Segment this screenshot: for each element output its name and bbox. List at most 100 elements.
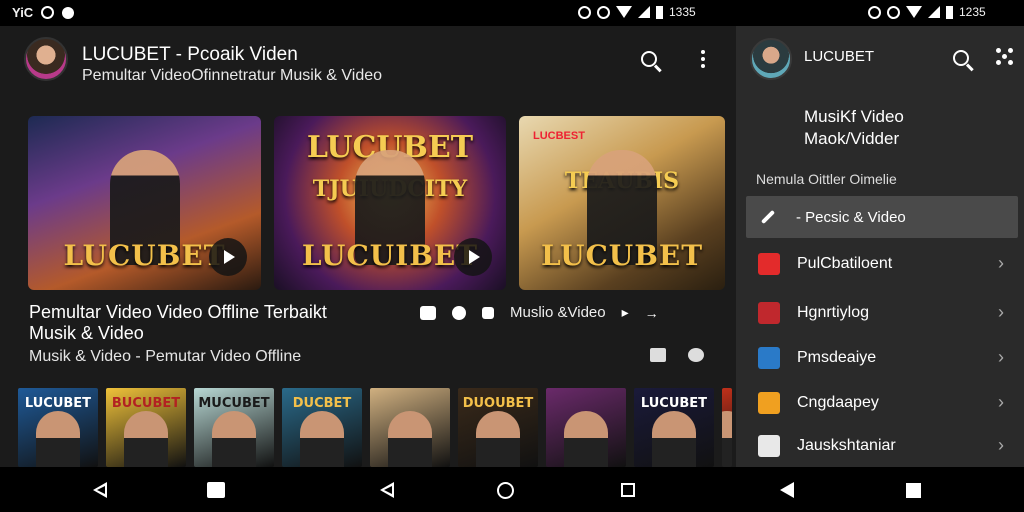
status-time: 1335 bbox=[669, 5, 696, 19]
menu-app-icon bbox=[758, 347, 780, 369]
menu-app-icon bbox=[758, 302, 780, 324]
app-subtitle: Pemultar VideoOfinnetratur Musik & Video bbox=[82, 67, 383, 84]
home-icon bbox=[496, 481, 514, 499]
battery-icon bbox=[656, 5, 663, 19]
wrench-icon bbox=[758, 207, 778, 227]
video-actions: Muslio &Video ▸ → bbox=[420, 304, 659, 321]
side-item-active-label: - Pecsic & Video bbox=[796, 209, 906, 226]
video-thumbnail[interactable]: LUCUBET bbox=[634, 388, 714, 467]
thumbnail-label: LUCUBET bbox=[640, 396, 708, 411]
app-title: LUCUBET - Pcoaik Viden bbox=[82, 44, 298, 65]
heart-icon[interactable] bbox=[452, 305, 466, 320]
playlist-icon[interactable] bbox=[650, 348, 666, 362]
back-button[interactable] bbox=[776, 479, 798, 501]
artist-image bbox=[652, 411, 696, 467]
notification-icon bbox=[41, 6, 55, 19]
home-button[interactable] bbox=[494, 479, 516, 501]
side-menu-label: Hgnrtiylog bbox=[797, 304, 870, 321]
alarm-icon bbox=[578, 5, 591, 19]
side-menu-item[interactable]: Cngdaapey › bbox=[746, 384, 1018, 424]
more-options-button[interactable] bbox=[688, 44, 718, 74]
shuffle-icon[interactable] bbox=[482, 306, 494, 319]
video-title[interactable]: Pemultar Video Video Offline Terbaikt Mu… bbox=[29, 302, 369, 344]
wifi-icon bbox=[616, 6, 632, 18]
video-thumbnail[interactable]: MUCUBET bbox=[194, 388, 274, 467]
card-tag: LUCBEST bbox=[533, 130, 585, 142]
video-thumbnail[interactable]: BUCUBET bbox=[106, 388, 186, 467]
side-menu-label: Cngdaapey bbox=[797, 394, 879, 411]
thumbnail-strip: LUCUBET BUCUBET MUCUBET DUCBET DUOUBET LUCUBE… bbox=[18, 388, 732, 467]
featured-carousel: LUCUBET LUCUBET TJUIUDCITY LUCUIBET LUCB… bbox=[28, 116, 725, 290]
video-thumbnail[interactable]: DUOUBET bbox=[458, 388, 538, 467]
sync-icon bbox=[887, 5, 900, 19]
video-thumbnail[interactable] bbox=[370, 388, 450, 467]
thumbnail-label: BUCUBET bbox=[111, 396, 181, 411]
chevron-right-icon: › bbox=[998, 302, 1004, 322]
chevron-right-icon: › bbox=[998, 435, 1004, 455]
app-shortcut-button[interactable] bbox=[205, 479, 227, 501]
side-menu-item[interactable]: Jauskshtaniar › bbox=[746, 427, 1018, 467]
side-menu-label: Jauskshtaniar bbox=[797, 437, 896, 454]
chevron-right-icon: › bbox=[998, 253, 1004, 273]
channel-avatar[interactable] bbox=[24, 37, 68, 81]
back-button[interactable] bbox=[89, 479, 111, 501]
apps-icon[interactable] bbox=[994, 46, 1018, 66]
side-heading-line1: MusiKf Video bbox=[804, 107, 904, 126]
play-button[interactable] bbox=[209, 238, 247, 276]
side-menu-label: PulCbatiloent bbox=[797, 255, 893, 272]
recents-button[interactable] bbox=[902, 479, 924, 501]
status-bar: YiC 1335 1235 bbox=[0, 0, 1024, 26]
recents-icon bbox=[621, 483, 635, 497]
sync-icon bbox=[597, 5, 610, 19]
artist-image bbox=[124, 411, 168, 467]
app-shortcut-icon bbox=[207, 482, 225, 498]
forward-arrow-icon[interactable]: → bbox=[645, 305, 659, 321]
artist-image bbox=[212, 411, 256, 467]
video-thumbnail[interactable] bbox=[722, 388, 732, 467]
share-icon[interactable] bbox=[688, 348, 704, 362]
battery-icon bbox=[946, 5, 953, 19]
side-menu-item[interactable]: Hgnrtiylog › bbox=[746, 294, 1018, 334]
video-thumbnail[interactable] bbox=[546, 388, 626, 467]
side-menu-item[interactable]: PulCbatiloent › bbox=[746, 245, 1018, 285]
side-menu-item[interactable]: Pmsdeaiye › bbox=[746, 339, 1018, 379]
artist-image bbox=[476, 411, 520, 467]
app-bar: LUCUBET - Pcoaik Viden Pemultar VideoOfi… bbox=[0, 26, 736, 96]
menu-app-icon bbox=[758, 435, 780, 457]
thumbnail-label: MUCUBET bbox=[198, 396, 270, 411]
signal-icon bbox=[638, 6, 650, 18]
thumbnail-label: DUCBET bbox=[292, 396, 352, 411]
side-search-button[interactable] bbox=[946, 43, 976, 73]
signal-icon bbox=[928, 6, 940, 18]
more-vert-icon bbox=[701, 50, 705, 68]
back-icon bbox=[380, 482, 394, 498]
wifi-icon bbox=[906, 6, 922, 18]
menu-app-icon bbox=[758, 392, 780, 414]
search-button[interactable] bbox=[634, 44, 664, 74]
profile-avatar[interactable] bbox=[750, 38, 792, 80]
video-meta: Musik & Video - Pemutar Video Offline bbox=[29, 348, 302, 365]
side-title: LUCUBET bbox=[804, 48, 875, 65]
video-thumbnail[interactable]: LUCUBET bbox=[18, 388, 98, 467]
artist-image bbox=[722, 411, 732, 467]
back-button[interactable] bbox=[376, 479, 398, 501]
side-heading: MusiKf Video Maok/Vidder bbox=[804, 106, 904, 150]
featured-card[interactable]: LUCBEST TEAUBIS LUCUBET bbox=[519, 116, 725, 290]
featured-card[interactable]: LUCUBET bbox=[28, 116, 261, 290]
main-pane: LUCUBET - Pcoaik Viden Pemultar VideoOfi… bbox=[0, 26, 736, 467]
thumbnail-label: DUOUBET bbox=[462, 396, 534, 411]
artist-image bbox=[300, 411, 344, 467]
chevron-right-icon: › bbox=[998, 392, 1004, 412]
recents-button[interactable] bbox=[617, 479, 639, 501]
play-next-icon[interactable]: ▸ bbox=[622, 304, 629, 321]
search-icon bbox=[953, 50, 969, 66]
back-icon bbox=[780, 482, 794, 498]
artist-image bbox=[564, 411, 608, 467]
thumbnail-label: LUCUBET bbox=[24, 396, 92, 411]
category-label: Muslio &Video bbox=[510, 304, 606, 321]
search-icon bbox=[641, 51, 657, 67]
like-icon[interactable] bbox=[420, 305, 436, 320]
play-button[interactable] bbox=[454, 238, 492, 276]
video-thumbnail[interactable]: DUCBET bbox=[282, 388, 362, 467]
featured-card[interactable]: LUCUBET TJUIUDCITY LUCUIBET bbox=[274, 116, 506, 290]
